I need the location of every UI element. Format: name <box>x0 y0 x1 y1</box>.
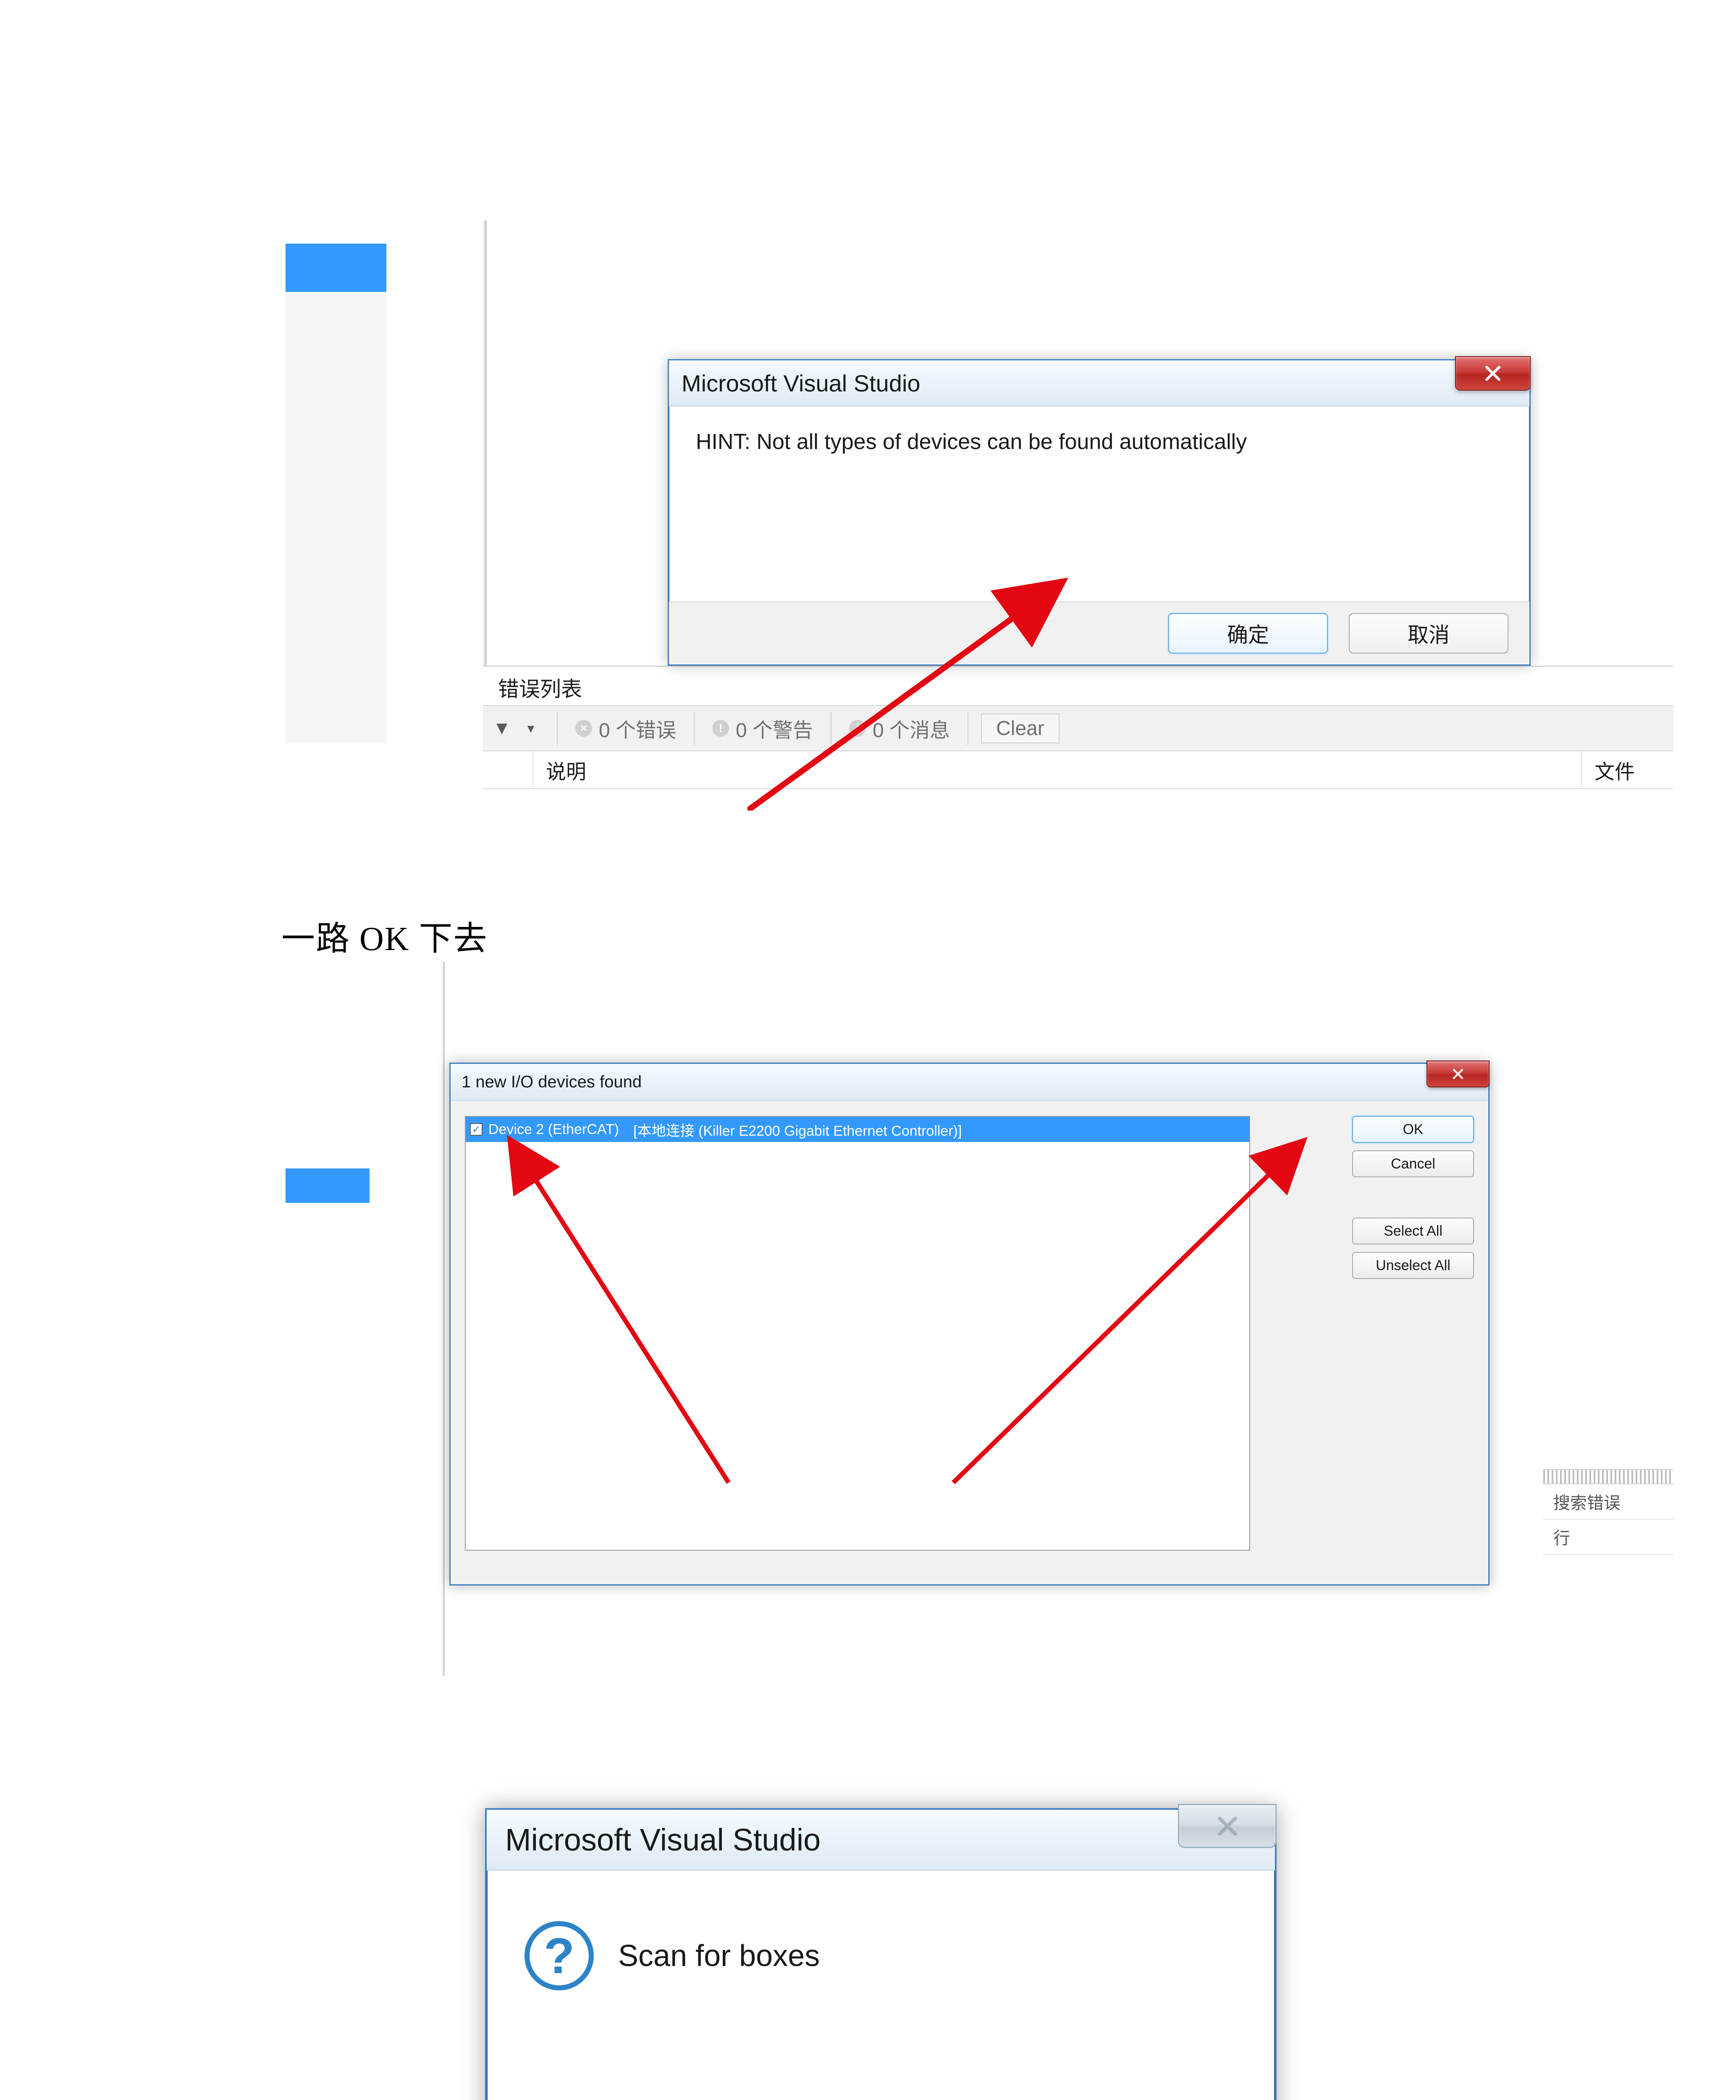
filter-button[interactable]: ▼ <box>486 720 517 737</box>
messages-count: 0 个消息 <box>873 714 950 743</box>
cancel-button[interactable]: Cancel <box>1352 1150 1474 1177</box>
device-listbox[interactable]: ✓ Device 2 (EtherCAT) [本地连接 (Killer E220… <box>465 1116 1250 1551</box>
errors-toggle[interactable]: × 0 个错误 <box>570 714 681 743</box>
error-list-toolbar: ▼ ▾ × 0 个错误 ! 0 个警告 i 0 个消息 Clear <box>483 705 1673 751</box>
info-icon: i <box>849 720 866 737</box>
close-icon <box>1216 1814 1239 1838</box>
select-all-button[interactable]: Select All <box>1352 1218 1474 1244</box>
dialog-message: Scan for boxes <box>618 1939 820 1973</box>
column-description[interactable]: 说明 <box>533 755 1581 785</box>
close-icon <box>1484 364 1502 383</box>
warnings-toggle[interactable]: ! 0 个警告 <box>707 714 818 743</box>
messages-toggle[interactable]: i 0 个消息 <box>844 714 955 743</box>
chevron-down-icon: ▾ <box>522 720 539 737</box>
dialog-body: ? Scan for boxes <box>487 1871 1275 1990</box>
dialog-title: Microsoft Visual Studio <box>682 370 920 397</box>
filter-dropdown[interactable]: ▾ <box>517 720 544 737</box>
clear-button[interactable]: Clear <box>981 714 1059 743</box>
separator <box>694 711 695 745</box>
io-devices-dialog: 1 new I/O devices found ✓ Device 2 (Ethe… <box>449 1063 1489 1586</box>
caption-text: 一路 OK 下去 <box>281 911 488 960</box>
device-list-item[interactable]: ✓ Device 2 (EtherCAT) [本地连接 (Killer E220… <box>466 1117 1249 1142</box>
column-icon[interactable] <box>483 751 533 788</box>
question-icon: ? <box>524 1921 594 1990</box>
warnings-count: 0 个警告 <box>736 714 813 743</box>
filter-icon: ▼ <box>491 720 512 737</box>
unselect-all-button[interactable]: Unselect All <box>1352 1252 1474 1279</box>
error-list-header: 说明 文件 <box>483 751 1673 789</box>
close-button-disabled <box>1178 1804 1277 1848</box>
cancel-button[interactable]: 取消 <box>1349 613 1508 654</box>
dialog-titlebar[interactable]: Microsoft Visual Studio <box>487 1810 1275 1871</box>
line-column-label[interactable]: 行 <box>1543 1520 1673 1555</box>
dialog-message: HINT: Not all types of devices can be fo… <box>669 407 1529 477</box>
tree-selection-highlight <box>286 244 386 292</box>
close-button[interactable] <box>1427 1060 1489 1087</box>
dialog-titlebar[interactable]: Microsoft Visual Studio <box>669 360 1529 407</box>
dialog-side-buttons: OK Cancel Select All Unselect All <box>1352 1116 1474 1279</box>
scan-boxes-dialog: Microsoft Visual Studio ? Scan for boxes… <box>485 1808 1277 2100</box>
device-name: Device 2 (EtherCAT) <box>488 1121 619 1138</box>
close-button[interactable] <box>1455 356 1531 391</box>
tree-panel-bg <box>286 292 386 743</box>
splitter-vertical[interactable] <box>442 962 445 1676</box>
error-list-title: 错误列表 <box>483 667 1673 705</box>
device-checkbox[interactable]: ✓ <box>470 1123 483 1136</box>
separator <box>557 711 558 745</box>
search-error-label: 搜索错误 <box>1543 1484 1673 1520</box>
dialog-button-row: 确定 取消 <box>669 601 1529 664</box>
dialog-title: Microsoft Visual Studio <box>505 1822 821 1858</box>
column-file[interactable]: 文件 <box>1581 751 1673 788</box>
dialog-title: 1 new I/O devices found <box>462 1073 642 1092</box>
device-description: [本地连接 (Killer E2200 Gigabit Ethernet Con… <box>633 1119 962 1140</box>
ok-button[interactable]: OK <box>1352 1116 1474 1143</box>
warning-icon: ! <box>712 720 729 737</box>
panel-drag-handle[interactable] <box>1543 1469 1673 1484</box>
error-list-panel: 错误列表 ▼ ▾ × 0 个错误 ! 0 个警告 i 0 个消息 Clear 说明 文… <box>483 666 1673 850</box>
ok-button[interactable]: 确定 <box>1168 613 1328 654</box>
dialog-titlebar[interactable]: 1 new I/O devices found <box>451 1064 1488 1101</box>
errors-count: 0 个错误 <box>599 714 676 743</box>
error-icon: × <box>575 720 592 737</box>
right-panel-fragment: 搜索错误 行 <box>1543 1469 1673 1595</box>
tree-selection-highlight <box>286 1168 370 1203</box>
close-icon <box>1452 1068 1464 1080</box>
hint-dialog: Microsoft Visual Studio HINT: Not all ty… <box>668 359 1531 666</box>
